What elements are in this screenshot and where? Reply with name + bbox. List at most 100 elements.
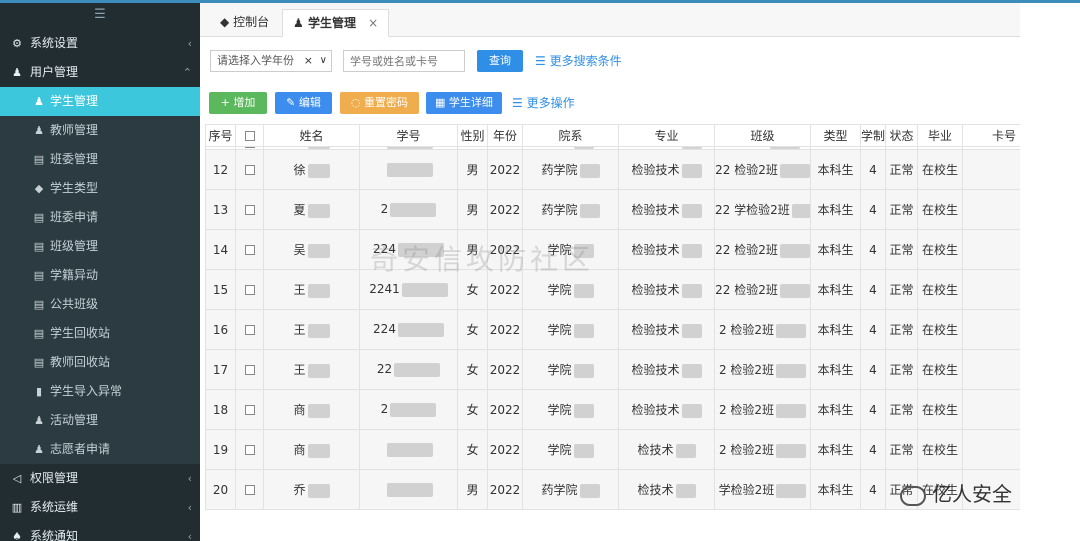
sidebar-item-label: 志愿者申请 — [50, 442, 111, 456]
sidebar-item-0[interactable]: ⚙ 系统设置 ‹ — [0, 29, 200, 58]
cell-major: 检技术 — [618, 469, 715, 510]
cell-type-text: 本科生 — [817, 323, 854, 337]
sidebar-item-5[interactable]: ◆ 学生类型 — [0, 174, 200, 203]
table-row[interactable]: 18 商 2 女 2022 学院 检验技术 2 检验2班 本科生 4 正常 在校生 — [205, 389, 1020, 430]
sidebar-toggle-icon[interactable]: ☰ — [0, 3, 200, 29]
row-checkbox[interactable] — [244, 205, 255, 215]
table-row[interactable]: 20 乔男 2022 药学院 检技术 学检验2班 本科生 4 正常 在校生 — [205, 469, 1020, 510]
cell-id: 22 — [359, 349, 458, 390]
row-checkbox[interactable] — [244, 405, 255, 415]
sidebar-item-15[interactable]: ◁ 权限管理 ‹ — [0, 464, 200, 493]
more-operations-link[interactable]: ☰ 更多操作 — [512, 92, 575, 114]
sidebar-item-16[interactable]: ▥ 系统运维 ‹ — [0, 493, 200, 522]
cell-gender: 男 — [457, 149, 488, 190]
cell-card — [962, 309, 1020, 350]
edit-button[interactable]: ✎ 编辑 — [275, 92, 332, 114]
sidebar-item-14[interactable]: ♟ 志愿者申请 — [0, 435, 200, 464]
cell-type: 本科生 — [810, 269, 861, 310]
row-checkbox[interactable] — [244, 485, 255, 495]
redaction-blur — [307, 203, 330, 218]
cell-class-text: 2 检验2班 — [718, 323, 775, 337]
cell-major-text: 检验技术 — [631, 163, 680, 177]
clear-select-icon[interactable]: × — [304, 51, 313, 71]
cell-gender-text: 女 — [466, 363, 479, 377]
redaction-blur — [386, 162, 433, 177]
more-search-conditions-link[interactable]: ☰ 更多搜索条件 — [535, 50, 622, 72]
user-icon: ♟ — [293, 16, 304, 30]
redaction-blur — [386, 442, 433, 457]
close-tab-icon[interactable]: × — [368, 16, 378, 30]
cell-name-text: 王 — [293, 283, 306, 297]
cell-no: 12 — [205, 149, 236, 190]
enrollment-year-select[interactable]: 请选择入学年份 × ∨ — [210, 50, 332, 72]
row-checkbox[interactable] — [244, 445, 255, 455]
sidebar-item-9[interactable]: ▤ 公共班级 — [0, 290, 200, 319]
cell-card — [962, 429, 1020, 470]
sidebar-item-12[interactable]: ▮ 学生导入异常 — [0, 377, 200, 406]
sidebar-item-13[interactable]: ♟ 活动管理 — [0, 406, 200, 435]
cell-type-text: 本科生 — [817, 203, 854, 217]
cell-no-text: 18 — [212, 402, 229, 417]
column-header: 性别 — [457, 124, 488, 147]
menu-icon: ♟ — [34, 443, 44, 456]
row-checkbox[interactable] — [244, 285, 255, 295]
row-checkbox[interactable] — [244, 245, 255, 255]
row-checkbox[interactable] — [244, 165, 255, 175]
cell-dept: 药学院 — [522, 149, 619, 190]
cell-major: 检验技术 — [618, 269, 715, 310]
table-row[interactable]: 17 王 22 女 2022 学院 检验技术 2 检验2班 本科生 4 正常 在校生 — [205, 349, 1020, 390]
cell-no: 13 — [205, 189, 236, 230]
sidebar-item-4[interactable]: ▤ 班委管理 — [0, 145, 200, 174]
cell-year: 2022 — [487, 349, 523, 390]
table-row[interactable]: 16 王 224 女 2022 学院 检验技术 2 检验2班 本科生 4 正常 在校生 — [205, 309, 1020, 350]
sidebar-item-7[interactable]: ▤ 班级管理 — [0, 232, 200, 261]
cell-major: 检验技术 — [618, 349, 715, 390]
cell-class: 2 检验2班 — [714, 429, 811, 470]
sidebar-item-6[interactable]: ▤ 班委申请 — [0, 203, 200, 232]
reset-password-button[interactable]: ◌ 重置密码 — [340, 92, 419, 114]
student-detail-button[interactable]: ▦ 学生详细 — [426, 92, 502, 114]
cell-class: 22 检验2班 — [714, 229, 811, 270]
cell-year-text: 2022 — [489, 322, 521, 337]
cell-major: 检验技术 — [618, 309, 715, 350]
table-row[interactable]: 15 王 2241 女 2022 学院 检验技术 22 检验2班 本科生 4 正常 在校生 — [205, 269, 1020, 310]
cell-status: 正常 — [885, 349, 918, 390]
sidebar-item-17[interactable]: ♠ 系统通知 ‹ — [0, 522, 200, 541]
add-button[interactable]: + 增加 — [209, 92, 267, 114]
cell-grad: 在校生 — [917, 149, 963, 190]
sidebar-item-2[interactable]: ♟ 学生管理 — [0, 87, 200, 116]
cell-dept: 学院 — [522, 389, 619, 430]
select-all-checkbox-cell[interactable] — [235, 124, 264, 147]
cell-len: 4 — [860, 269, 886, 310]
cell-gender: 女 — [457, 349, 488, 390]
table-row[interactable]: 19 商 女 2022 学院 检技术 2 检验2班 本科生 4 正常 在校生 — [205, 429, 1020, 470]
tab-dashboard[interactable]: ◆ 控制台 — [210, 9, 279, 37]
sidebar-item-3[interactable]: ♟ 教师管理 — [0, 116, 200, 145]
table-row[interactable]: 14 吴 224 男 2022 学院 检验技术 22 检验2班 本科生 4 正常 在校生 — [205, 229, 1020, 270]
cell-year: 2022 — [487, 429, 523, 470]
table-row[interactable]: 12 徐 男 2022 药学院 检验技术 22 检验2班 本科生 4 正常 在校生 — [205, 149, 1020, 190]
table-row[interactable]: 13 夏 2 男 2022 药学院 检验技术 22 学检验2班 本科生 4 正常 在校生 — [205, 189, 1020, 230]
cell-len-text: 4 — [869, 482, 877, 497]
cell-type: 本科生 — [810, 349, 861, 390]
sidebar-item-11[interactable]: ▤ 教师回收站 — [0, 348, 200, 377]
keyword-search-input[interactable] — [343, 50, 465, 72]
chevron-down-icon[interactable]: ∨ — [320, 51, 327, 71]
sidebar-item-label: 活动管理 — [50, 413, 99, 427]
tab-student-management[interactable]: ♟ 学生管理 × — [282, 9, 390, 37]
cell-dept-text: 学院 — [547, 283, 572, 297]
query-button[interactable]: 查询 — [477, 50, 523, 72]
menu-icon: ◆ — [34, 182, 44, 195]
redaction-blur — [681, 363, 702, 378]
cell-name: 王 — [263, 309, 360, 350]
row-checkbox[interactable] — [244, 325, 255, 335]
cell-type-text: 本科生 — [817, 443, 854, 457]
cell-gender-text: 男 — [466, 483, 479, 497]
sidebar-item-8[interactable]: ▤ 学籍异动 — [0, 261, 200, 290]
sidebar-item-10[interactable]: ▤ 学生回收站 — [0, 319, 200, 348]
select-all-checkbox[interactable] — [244, 131, 255, 141]
cell-id: 2 — [359, 189, 458, 230]
sidebar-item-1[interactable]: ♟ 用户管理 ⌃ — [0, 58, 200, 87]
row-checkbox[interactable] — [244, 365, 255, 375]
redaction-blur — [307, 443, 330, 458]
